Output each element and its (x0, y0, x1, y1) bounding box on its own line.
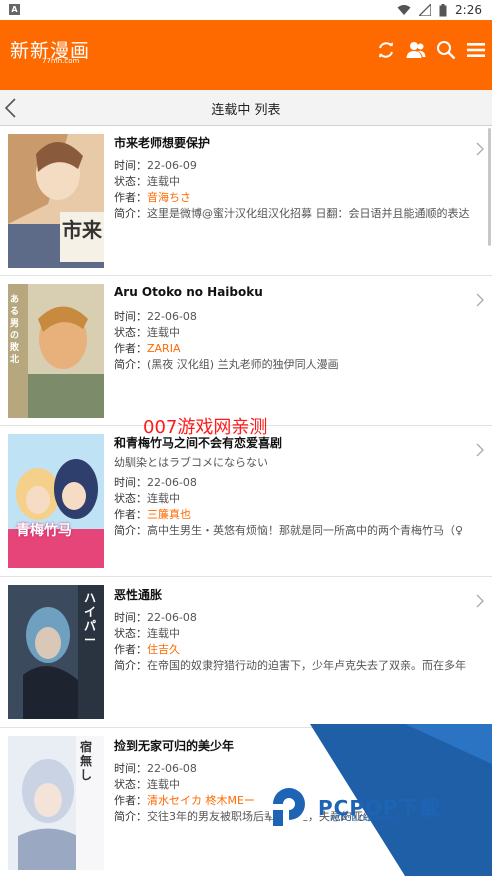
item-author: 作者：住吉久 (114, 643, 180, 656)
item-status: 状态：连载中 (114, 326, 180, 339)
scrollbar[interactable] (488, 128, 491, 246)
item-intro: 简介：这里是微博@蜜汁汉化组汉化招募 日翻：会日语并且能通顺的表达 (114, 207, 470, 220)
page-title: 连载中 列表 (211, 103, 281, 118)
item-intro: 简介：(黑夜 汉化组) 兰丸老师的独伊同人漫画 (114, 358, 339, 371)
chevron-right-icon (476, 443, 484, 457)
cover-title: 市来 (62, 218, 102, 242)
chevron-right-icon (476, 142, 484, 156)
item-time: 时间：22-06-08 (114, 476, 197, 489)
user-icon[interactable] (406, 40, 426, 60)
cover-image: ある男の敗北 (8, 284, 104, 418)
cover-title: ある男の敗北 (10, 295, 20, 365)
author-link[interactable]: 清水セイカ 柊木MEー (147, 794, 255, 807)
clock: 2:26 (455, 3, 482, 17)
app-logo[interactable]: 新新漫画 77mh.com (10, 36, 90, 65)
item-author: 作者：三簾真也 (114, 508, 191, 521)
refresh-icon[interactable] (376, 40, 396, 60)
item-title: 恶性通胀 (114, 588, 163, 602)
item-status: 状态：连载中 (114, 492, 180, 505)
item-intro: 简介：高中生男生・英悠有烦恼！那就是同一所高中的两个青梅竹马（♀ (114, 524, 464, 537)
list-item[interactable]: ある男の敗北 Aru Otoko no Haiboku 时间：22-06-08 … (0, 276, 492, 426)
list-item[interactable]: 青梅竹马 和青梅竹马之间不会有恋爱喜剧 幼馴染とはラブコメにならない 时间：22… (0, 426, 492, 577)
cover-title: 青梅竹马 (16, 523, 72, 539)
pcpop-logo-sub: PCPOP Download (330, 814, 399, 823)
item-title: 捡到无家可归的美少年 (114, 739, 235, 753)
wifi-icon (397, 5, 411, 15)
author-link[interactable]: 音海ちさ (147, 191, 191, 204)
item-time: 时间：22-06-08 (114, 611, 197, 624)
cover-title: ハイパー (84, 591, 97, 647)
app-bar: 新新漫画 77mh.com (0, 20, 492, 90)
list-item[interactable]: 市来 市来老师想要保护 时间：22-06-09 状态：连载中 作者：音海ちさ 简… (0, 126, 492, 276)
menu-icon[interactable] (466, 40, 486, 60)
cover-image: 宿無し (8, 736, 104, 870)
notification-icon: A (9, 4, 20, 15)
signal-icon (419, 4, 432, 16)
item-intro: 简介：在帝国的奴隶狩猎行动的迫害下，少年卢克失去了双亲。而在多年 (114, 659, 466, 672)
sub-header: 连载中 列表 (0, 90, 492, 126)
item-title: Aru Otoko no Haiboku (114, 285, 263, 299)
search-icon[interactable] (436, 40, 456, 60)
item-subtitle: 幼馴染とはラブコメにならない (114, 456, 268, 469)
cover-image: 青梅竹马 (8, 434, 104, 568)
watermark-text: 007游戏网亲测 (143, 417, 268, 438)
item-title: 市来老师想要保护 (114, 136, 211, 150)
logo-domain: 77mh.com (42, 57, 80, 65)
chevron-right-icon (476, 293, 484, 307)
battery-icon (439, 3, 447, 16)
author-link[interactable]: 三簾真也 (147, 508, 191, 521)
author-link[interactable]: ZARIA (147, 342, 180, 355)
author-link[interactable]: 住吉久 (147, 643, 180, 656)
cover-image: 市来 (8, 134, 104, 268)
item-status: 状态：连载中 (114, 627, 180, 640)
chevron-right-icon (476, 594, 484, 608)
status-bar: A 2:26 (0, 0, 492, 20)
item-time: 时间：22-06-09 (114, 159, 197, 172)
item-time: 时间：22-06-08 (114, 310, 197, 323)
item-status: 状态：连载中 (114, 175, 180, 188)
pcpop-logo-icon (267, 782, 311, 826)
cover-title: 宿無し (80, 740, 93, 782)
item-author: 作者：ZARIA (114, 342, 181, 355)
list-item[interactable]: ハイパー 恶性通胀 时间：22-06-08 状态：连载中 作者：住吉久 简介：在… (0, 577, 492, 728)
item-author: 作者：音海ちさ (114, 191, 191, 204)
cover-image: ハイパー (8, 585, 104, 719)
